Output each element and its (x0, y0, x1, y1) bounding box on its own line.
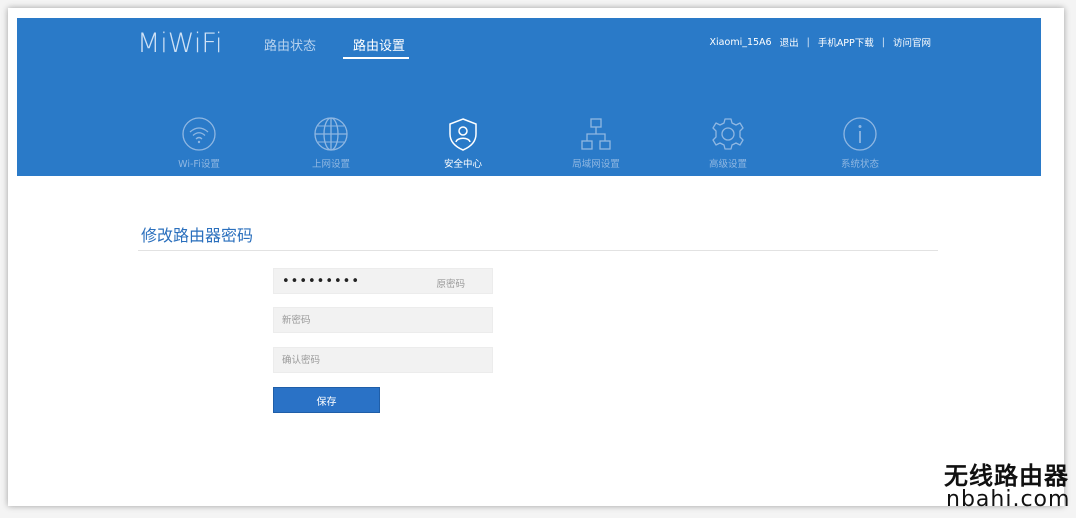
miwifi-logo: MiWiFi (137, 28, 223, 59)
settings-subnav: Wi-Fi设置 上网设置 安全中心 局域网设置 高级设置 系统状态 (17, 108, 1041, 178)
tab-router-status[interactable]: 路由状态 (264, 35, 316, 54)
subnav-label: 高级设置 (708, 159, 747, 170)
tab-router-settings[interactable]: 路由设置 (353, 35, 405, 54)
divider (138, 250, 938, 251)
separator: | (881, 36, 885, 48)
confirm-password-input[interactable] (274, 348, 492, 373)
subnav-label: Wi-Fi设置 (178, 159, 220, 170)
shield-user-icon (449, 118, 477, 151)
gear-icon (712, 118, 744, 150)
active-tab-underline (343, 57, 409, 59)
subnav-lan[interactable]: 局域网设置 (541, 116, 651, 170)
official-site-link[interactable]: 访问官网 (893, 35, 931, 49)
confirm-password-field[interactable] (273, 347, 493, 373)
subnav-label: 安全中心 (443, 159, 482, 170)
subnav-internet[interactable]: 上网设置 (276, 116, 386, 170)
lan-icon (581, 118, 611, 150)
info-icon (843, 117, 877, 151)
subnav-label: 局域网设置 (572, 159, 620, 170)
logout-link[interactable]: 退出 (780, 35, 799, 49)
old-password-label: 原密码 (436, 279, 465, 290)
subnav-label: 系统状态 (840, 159, 879, 170)
subnav-wifi[interactable]: Wi-Fi设置 (144, 116, 254, 170)
old-password-value: ••••••••• (282, 274, 361, 289)
wifi-icon (182, 117, 216, 151)
device-name: Xiaomi_15A6 (709, 36, 772, 48)
page-title: 修改路由器密码 (141, 226, 254, 245)
subnav-security[interactable]: 安全中心 (408, 116, 518, 170)
subnav-advanced[interactable]: 高级设置 (673, 116, 783, 170)
new-password-input[interactable] (274, 308, 492, 333)
separator: | (806, 36, 810, 48)
globe-icon (314, 117, 348, 151)
new-password-field[interactable] (273, 307, 493, 333)
old-password-field[interactable]: ••••••••• 原密码 (273, 268, 493, 294)
watermark-text: 无线路由器 (944, 461, 1069, 490)
watermark-url: nbahi.com (946, 487, 1071, 512)
app-download-link[interactable]: 手机APP下载 (818, 35, 874, 49)
user-bar: Xiaomi_15A6 退出 | 手机APP下载 | 访问官网 (709, 35, 931, 50)
subnav-label: 上网设置 (311, 159, 350, 170)
header-bar: MiWiFi 路由状态 路由设置 Xiaomi_15A6 退出 | 手机APP下… (17, 18, 1041, 176)
subnav-status[interactable]: 系统状态 (805, 116, 915, 170)
save-button[interactable]: 保存 (273, 387, 380, 413)
